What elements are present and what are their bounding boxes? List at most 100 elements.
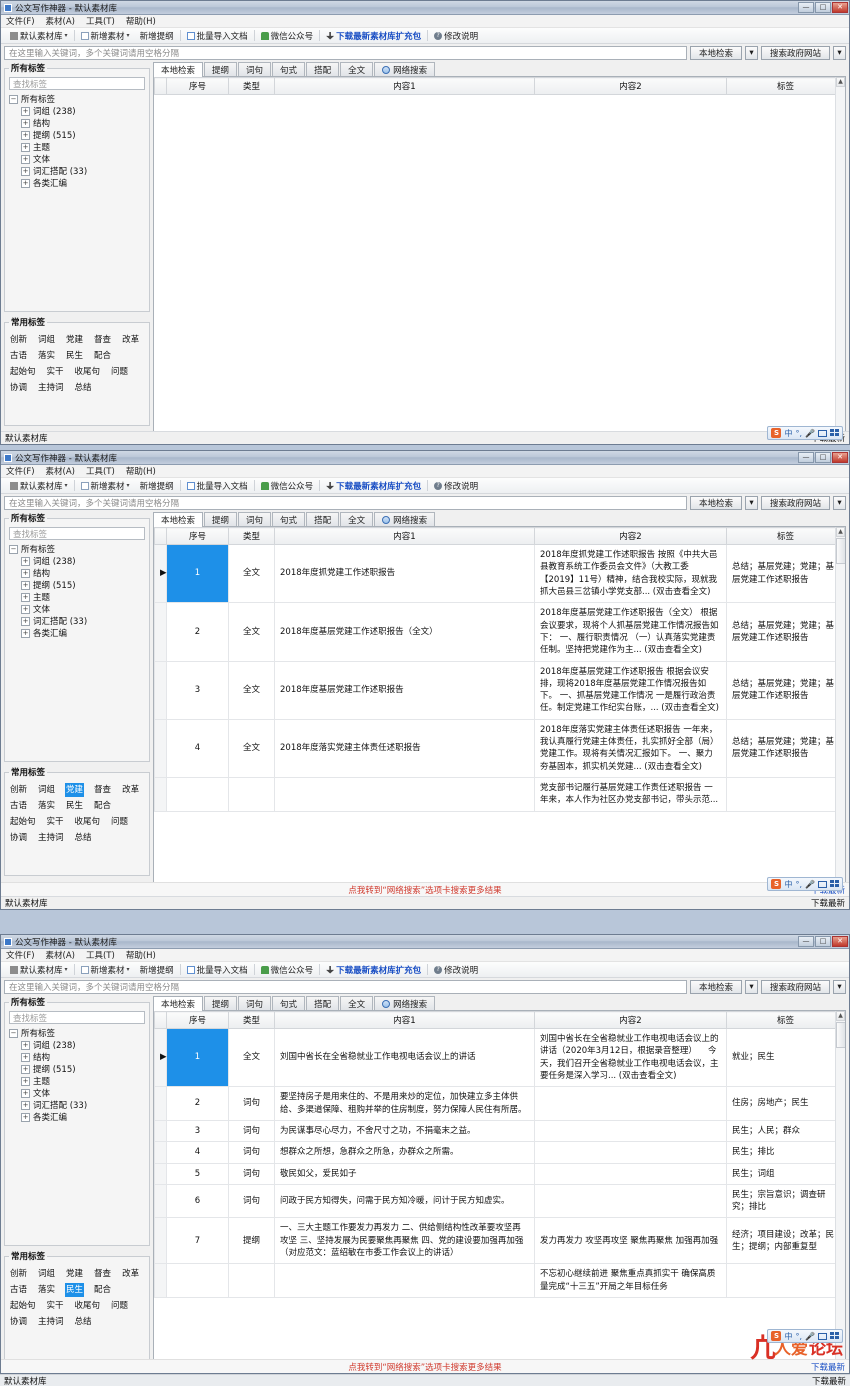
ime-toolbar-2[interactable]: S 中 °, 🎤 bbox=[767, 877, 843, 891]
table-row[interactable]: 不忘初心继续前进 聚焦重点真抓实干 确保高质量完成“十三五”开局之年目标任务 bbox=[154, 1263, 845, 1298]
table-row[interactable]: 7 提纲 一、三大主题工作要发力再发力 二、供给侧结构性改革要攻坚再攻坚 三、坚… bbox=[154, 1217, 845, 1265]
tag-luoshi[interactable]: 落实 bbox=[37, 799, 56, 813]
toolbar-default-library[interactable]: 默认素材库 ▾ bbox=[5, 30, 73, 42]
scrollbar-thumb[interactable] bbox=[836, 1022, 845, 1048]
close-button[interactable]: ✕ bbox=[832, 2, 848, 13]
expand-icon[interactable]: + bbox=[21, 118, 30, 128]
table-row[interactable]: 2 词句 要坚持房子是用来住的、不是用来炒的定位，加快建立多主体供给、多渠道保障… bbox=[154, 1086, 845, 1121]
expand-icon[interactable]: + bbox=[21, 616, 30, 626]
tab-phrases[interactable]: 词句 bbox=[238, 512, 272, 526]
tab-outline[interactable]: 提纲 bbox=[204, 62, 238, 76]
tree-node-cihuidapei[interactable]: + 词汇搭配 (33) bbox=[9, 165, 145, 177]
tree-node-wenti[interactable]: + 文体 bbox=[9, 1087, 145, 1099]
gov-search-dropdown[interactable]: ▾ bbox=[833, 496, 846, 510]
expand-icon[interactable]: + bbox=[21, 1100, 30, 1110]
tree-node-cihuidapei[interactable]: + 词汇搭配 (33) bbox=[9, 615, 145, 627]
menu-item-tools[interactable]: 工具(T) bbox=[86, 15, 115, 27]
tab-fulltext[interactable]: 全文 bbox=[340, 62, 374, 76]
expand-icon[interactable]: + bbox=[21, 1112, 30, 1122]
tag-guyu[interactable]: 古语 bbox=[9, 799, 28, 813]
expand-icon[interactable]: + bbox=[21, 1040, 30, 1050]
menu-item-tools[interactable]: 工具(T) bbox=[86, 949, 115, 961]
sogou-logo-icon[interactable]: S bbox=[771, 1331, 782, 1341]
maximize-button[interactable]: □ bbox=[815, 2, 831, 13]
tree-node-wenti[interactable]: + 文体 bbox=[9, 603, 145, 615]
toolbar-wechat[interactable]: 微信公众号 bbox=[256, 964, 319, 976]
tag-ducha[interactable]: 督查 bbox=[93, 783, 112, 797]
menu-bar[interactable]: 文件(F) 素材(A) 工具(T) 帮助(H) bbox=[1, 949, 849, 962]
maximize-button[interactable]: □ bbox=[815, 452, 831, 463]
common-tags-list[interactable]: 创新 词组 党建 督查 改革 古语 落实 民生 配合 起始句 实干 收尾句 问题… bbox=[9, 331, 145, 395]
menu-item-material[interactable]: 素材(A) bbox=[46, 949, 75, 961]
header-content1[interactable]: 内容1 bbox=[274, 77, 535, 95]
tree-node-tigang[interactable]: + 提纲 (515) bbox=[9, 129, 145, 141]
tag-peihe[interactable]: 配合 bbox=[93, 349, 112, 363]
header-content2[interactable]: 内容2 bbox=[534, 527, 727, 545]
toolbar-default-library[interactable]: 默认素材库 ▾ bbox=[5, 964, 73, 976]
tab-web-search[interactable]: 网络搜索 bbox=[374, 62, 436, 76]
ime-punctuation-icon[interactable]: °, bbox=[795, 880, 802, 889]
table-row[interactable]: 2 全文 2018年度基层党建工作述职报告（全文） 2018年度基层党建工作述职… bbox=[154, 602, 845, 662]
ime-mic-icon[interactable]: 🎤 bbox=[805, 880, 815, 889]
tree-node-root[interactable]: − 所有标签 bbox=[9, 543, 145, 555]
local-search-button[interactable]: 本地检索 bbox=[689, 980, 742, 994]
close-button[interactable]: ✕ bbox=[832, 452, 848, 463]
tag-cizu[interactable]: 词组 bbox=[37, 783, 56, 797]
tag-guyu[interactable]: 古语 bbox=[9, 1283, 28, 1297]
header-type[interactable]: 类型 bbox=[228, 527, 275, 545]
tag-shigan[interactable]: 实干 bbox=[46, 815, 65, 829]
window-controls[interactable]: — □ ✕ bbox=[798, 936, 848, 947]
tab-collocations[interactable]: 搭配 bbox=[306, 62, 340, 76]
tag-zongjie[interactable]: 总结 bbox=[74, 831, 93, 845]
expand-icon[interactable]: + bbox=[21, 106, 30, 116]
tag-luoshi[interactable]: 落实 bbox=[37, 349, 56, 363]
menu-item-help[interactable]: 帮助(H) bbox=[126, 15, 156, 27]
tag-shouweiju[interactable]: 收尾句 bbox=[74, 1299, 102, 1313]
ad-text[interactable]: 点我转到“网络搜索”选项卡搜索更多结果 bbox=[348, 884, 501, 896]
title-bar[interactable]: 公文写作神器 - 默认素材库 — □ ✕ bbox=[1, 935, 849, 949]
tag-xietiao[interactable]: 协调 bbox=[9, 831, 28, 845]
tag-shouweiju[interactable]: 收尾句 bbox=[74, 815, 102, 829]
expand-icon[interactable]: + bbox=[21, 604, 30, 614]
tag-dangjian[interactable]: 党建 bbox=[65, 783, 85, 797]
tree-node-zhuti[interactable]: + 主题 bbox=[9, 591, 145, 603]
tag-qishiju[interactable]: 起始句 bbox=[9, 1299, 37, 1313]
toolbar-batch-import[interactable]: 批量导入文档 bbox=[182, 964, 253, 976]
minimize-button[interactable]: — bbox=[798, 936, 814, 947]
tag-ducha[interactable]: 督查 bbox=[93, 1267, 112, 1281]
tree-node-root[interactable]: − 所有标签 bbox=[9, 1027, 145, 1039]
ime-punctuation-icon[interactable]: °, bbox=[795, 429, 802, 438]
tab-phrases[interactable]: 词句 bbox=[238, 996, 272, 1010]
tab-phrases[interactable]: 词句 bbox=[238, 62, 272, 76]
tab-fulltext[interactable]: 全文 bbox=[340, 512, 374, 526]
tag-tree[interactable]: − 所有标签 + 词组 (238) + 结构 + 提纲 (515) + 主题 +… bbox=[9, 1027, 145, 1123]
tag-find-input[interactable]: 查找标签 bbox=[9, 77, 145, 90]
tag-wenti[interactable]: 问题 bbox=[110, 815, 129, 829]
expand-icon[interactable]: + bbox=[21, 130, 30, 140]
menu-bar[interactable]: 文件(F) 素材(A) 工具(T) 帮助(H) bbox=[1, 15, 849, 28]
table-row[interactable]: ▶ 1 全文 刘国中省长在全省稳就业工作电视电话会议上的讲话 刘国中省长在全省稳… bbox=[154, 1027, 845, 1088]
ad-bar-3[interactable]: 点我转到“网络搜索”选项卡搜索更多结果 下载最新 bbox=[1, 1359, 849, 1373]
ime-chinese-mode[interactable]: 中 bbox=[784, 1331, 792, 1342]
toolbar-download-pack[interactable]: 下载最新素材库扩充包 bbox=[321, 964, 426, 976]
sogou-logo-icon[interactable]: S bbox=[771, 879, 782, 889]
tag-wenti[interactable]: 问题 bbox=[110, 365, 129, 379]
header-content1[interactable]: 内容1 bbox=[274, 527, 535, 545]
local-search-dropdown[interactable]: ▾ bbox=[744, 46, 758, 60]
search-input[interactable]: 在这里输入关键词，多个关键词请用空格分隔 bbox=[4, 496, 687, 510]
chevron-down-icon[interactable]: ▾ bbox=[127, 32, 130, 39]
tag-guyu[interactable]: 古语 bbox=[9, 349, 28, 363]
tab-local-search[interactable]: 本地检索 bbox=[153, 996, 204, 1011]
minimize-button[interactable]: — bbox=[798, 2, 814, 13]
tab-sentence-patterns[interactable]: 句式 bbox=[272, 512, 306, 526]
menu-item-help[interactable]: 帮助(H) bbox=[126, 949, 156, 961]
maximize-button[interactable]: □ bbox=[815, 936, 831, 947]
ad-download-link[interactable]: 下载最新 bbox=[811, 1361, 845, 1373]
toolbar[interactable]: 默认素材库 ▾ 新增素材 ▾ 新增提纲 批量导入文档 微信公众号 下载最新素材库… bbox=[1, 28, 849, 44]
gov-search-dropdown[interactable]: ▾ bbox=[833, 980, 846, 994]
vertical-scrollbar[interactable]: ▲ bbox=[835, 77, 845, 436]
tag-find-input[interactable]: 查找标签 bbox=[9, 527, 145, 540]
tab-web-search[interactable]: 网络搜索 bbox=[374, 996, 436, 1010]
header-tags[interactable]: 标签 bbox=[726, 77, 845, 95]
tab-collocations[interactable]: 搭配 bbox=[306, 996, 340, 1010]
